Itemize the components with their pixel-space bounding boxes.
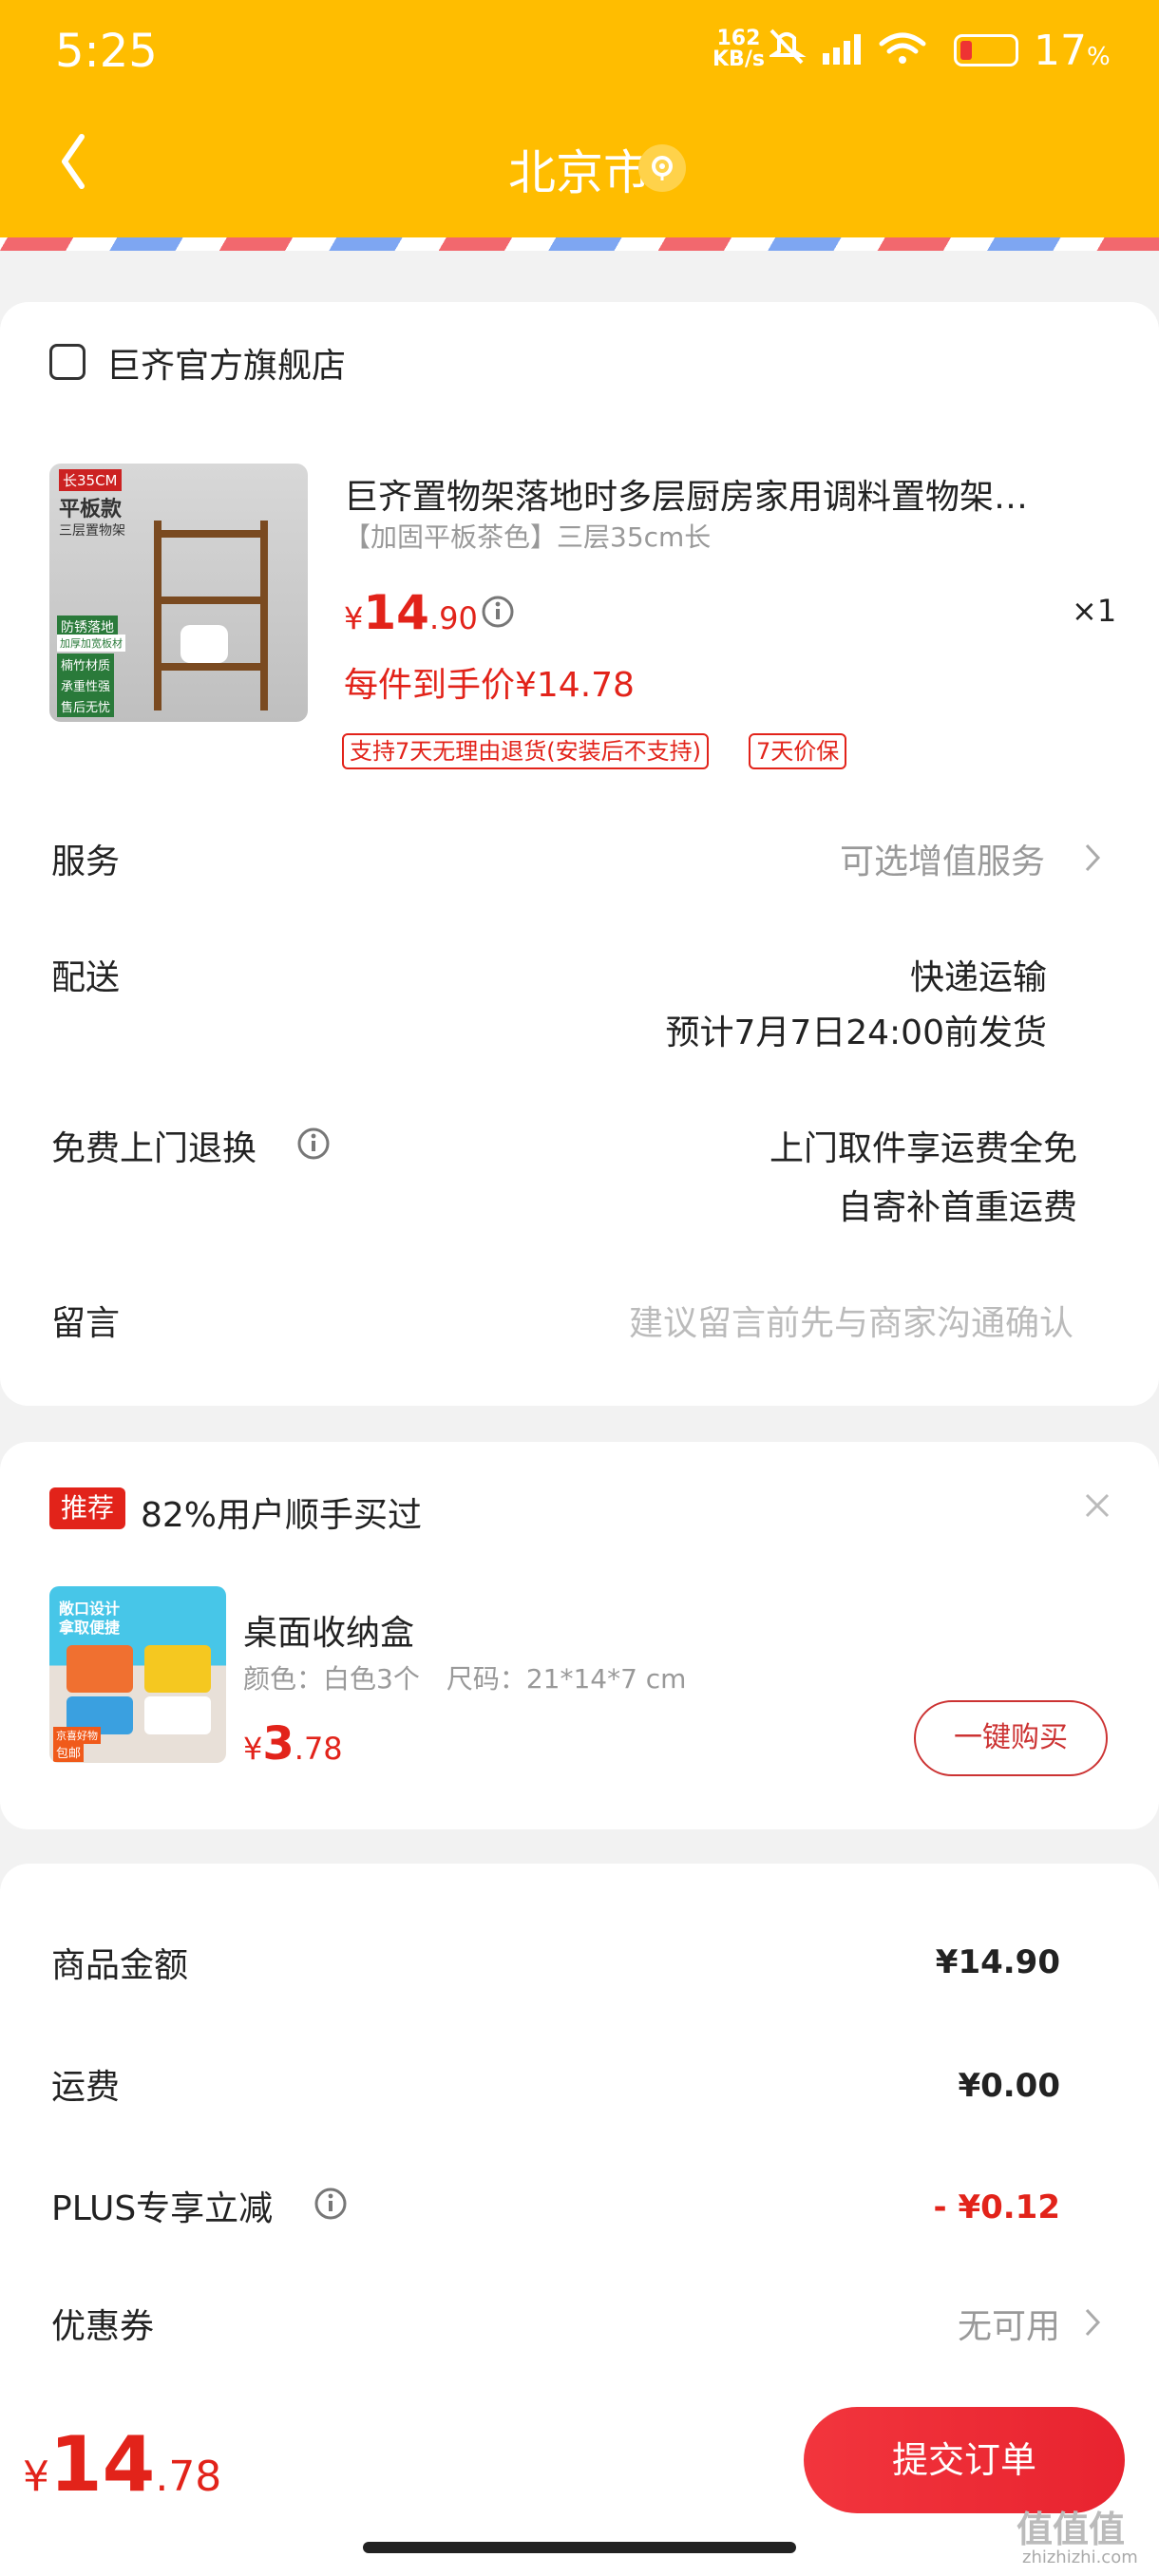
recommend-title: 82%用户顺手买过 [141,1496,423,1535]
thumb-label: 加厚加宽板材 [57,635,125,652]
info-icon[interactable] [481,595,515,629]
store-icon [49,344,86,380]
store-name[interactable]: 巨齐官方旗舰店 [106,338,346,388]
shipping-label: 运费 [51,2068,121,2107]
product-price: ¥14.90 [344,585,478,640]
net-speed-unit: KB/s [712,47,765,71]
plus-discount-label: PLUS专享立减 [51,2189,274,2228]
thumb-label: 长35CM [59,469,122,491]
page-title-city: 北京市 [508,145,651,200]
goods-amount-value: ¥14.90 [935,1943,1060,1981]
signal-icon [823,34,861,65]
thumb-label: 售后无忧 [57,695,115,717]
return-value: 上门取件享运费全免 [769,1129,1077,1168]
chevron-right-icon[interactable] [1083,842,1102,874]
recommend-item-spec: 颜色：白色3个 尺码：21*14*7 cm [243,1663,687,1695]
coupon-label: 优惠券 [51,2307,155,2346]
goods-amount-label: 商品金额 [51,1946,189,1985]
product-title[interactable]: 巨齐置物架落地时多层厨房家用调料置物架… [344,469,1104,519]
envelope-stripe [0,237,1159,275]
recommend-image[interactable]: 敞口设计 拿取便捷 京喜好物 包邮 [49,1586,226,1763]
recommend-price: ¥3.78 [243,1717,343,1771]
submit-order-button[interactable]: 提交订单 [804,2407,1125,2513]
wifi-icon [879,32,926,64]
status-time: 5:25 [55,25,158,78]
service-label: 服务 [51,843,121,881]
location-pin-icon[interactable] [638,144,686,192]
mute-icon [770,28,807,65]
product-spec[interactable]: 【加固平板茶色】三层35cm长 [344,517,711,555]
service-value[interactable]: 可选增值服务 [840,834,1045,883]
thumb-label: 承重性强 [57,674,115,696]
shelf-graphic [154,521,268,710]
chevron-right-icon[interactable] [1083,2306,1102,2339]
note-label: 留言 [51,1304,121,1343]
thumb-label: 楠竹材质 [57,653,115,675]
net-speed: 162 KB/s [712,28,765,70]
final-price: 每件到手价¥14.78 [344,666,635,705]
delivery-label: 配送 [51,958,121,997]
plus-discount-value: - ¥0.12 [933,2188,1061,2226]
price-protect-tag: 7天价保 [749,733,847,769]
battery-percent: 17% [1034,27,1111,75]
shipping-value: ¥0.00 [958,2067,1060,2105]
buy-now-button[interactable]: 一键购买 [914,1700,1108,1776]
home-indicator[interactable] [363,2542,796,2553]
watermark-domain: zhizhizhi.com [1022,2548,1138,2567]
recommend-item-name[interactable]: 桌面收纳盒 [243,1605,414,1655]
thumb-label: 平板款 [59,498,123,521]
thumb-label: 三层置物架 [59,523,125,539]
close-icon[interactable] [1083,1491,1112,1520]
total-price: ¥14.78 [23,2420,222,2509]
note-input[interactable]: 建议留言前先与商家沟通确认 [629,1296,1074,1345]
battery-icon [954,34,1018,66]
product-qty: ×1 [1072,593,1117,629]
product-image[interactable]: 长35CM 平板款 三层置物架 防锈落地 加厚加宽板材 楠竹材质 承重性强 售后… [49,464,308,722]
thumb-label: 包邮 [53,1742,85,1762]
thumb-label: 拿取便捷 [59,1619,121,1637]
status-icons [770,28,926,65]
delivery-eta: 预计7月7日24:00前发货 [665,1013,1047,1052]
return-label: 免费上门退换 [51,1129,257,1168]
return-value-2: 自寄补首重运费 [837,1188,1077,1227]
recommend-badge: 推荐 [49,1487,125,1529]
watermark-logo: 值值值 [1016,2509,1126,2550]
net-speed-value: 162 [716,27,761,50]
info-icon[interactable] [296,1127,331,1161]
return-tag: 支持7天无理由退货(安装后不支持) [342,733,709,769]
coupon-value[interactable]: 无可用 [958,2299,1060,2348]
info-icon[interactable] [314,2187,348,2221]
delivery-value[interactable]: 快递运输 [910,950,1047,999]
